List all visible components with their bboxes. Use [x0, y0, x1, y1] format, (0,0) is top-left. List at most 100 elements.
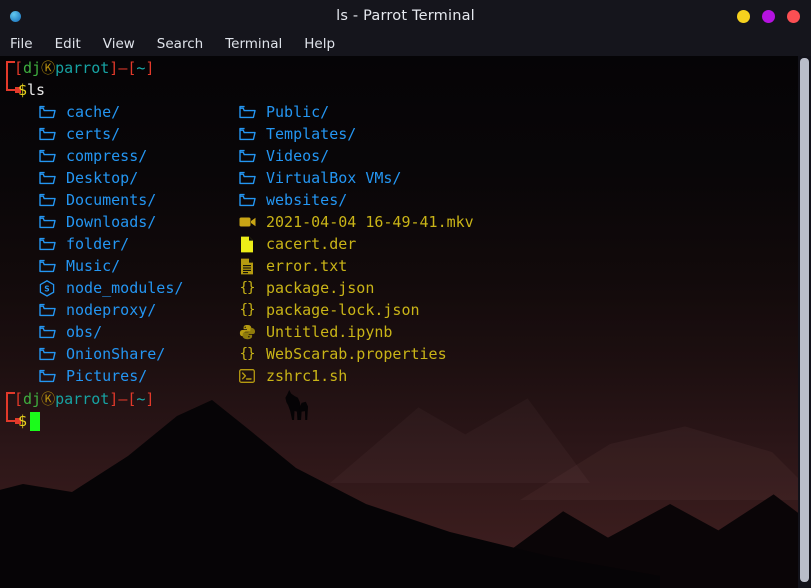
list-item: cache/ — [38, 101, 120, 123]
list-item-name: Documents/ — [66, 191, 157, 209]
window-title: ls - Parrot Terminal — [336, 8, 475, 24]
folder-icon — [38, 323, 56, 341]
list-item: Pictures/ — [38, 365, 147, 387]
prompt-open-bracket: [ — [14, 59, 24, 77]
prompt-dash: – — [118, 390, 128, 408]
list-item: {} package-lock.json — [238, 299, 420, 321]
prompt-dash: – — [118, 59, 128, 77]
window-controls — [737, 0, 800, 32]
folder-icon — [38, 147, 56, 165]
braces-json-icon: {} — [239, 280, 256, 296]
folder-icon — [38, 169, 56, 187]
prompt-line-user-host: [djⓀparrot]–[~] — [14, 388, 154, 411]
prompt-line-command: $ls — [18, 79, 45, 101]
parrot-logo-icon: Ⓚ — [41, 392, 56, 408]
prompt-line-command: $ — [18, 410, 27, 432]
list-item: Downloads/ — [38, 211, 156, 233]
list-item: OnionShare/ — [38, 343, 165, 365]
list-item: nodeproxy/ — [38, 299, 156, 321]
folder-icon — [38, 213, 56, 231]
text-cursor — [30, 412, 40, 431]
vertical-scrollbar[interactable] — [798, 56, 811, 588]
list-item-name: folder/ — [66, 235, 130, 253]
prompt-close-bracket: ] — [109, 390, 119, 408]
braces-json-icon: {} — [239, 346, 256, 362]
folder-icon — [38, 191, 56, 209]
folder-icon — [38, 235, 56, 253]
list-item-name: zshrc1.sh — [266, 367, 348, 385]
prompt-dollar-symbol: $ — [18, 412, 28, 430]
list-item-name: Desktop/ — [66, 169, 139, 187]
prompt-host: parrot — [55, 390, 110, 408]
menu-item-terminal[interactable]: Terminal — [225, 36, 282, 52]
close-button[interactable] — [787, 9, 800, 23]
folder-icon — [38, 257, 56, 275]
menu-item-help[interactable]: Help — [304, 36, 335, 52]
folder-icon — [38, 367, 56, 385]
list-item: 2021-04-04 16-49-41.mkv — [238, 211, 474, 233]
prompt-user: dj — [23, 390, 42, 408]
list-item-name: certs/ — [66, 125, 121, 143]
list-item-name: Public/ — [266, 103, 330, 121]
list-item-name: 2021-04-04 16-49-41.mkv — [266, 213, 474, 231]
list-item: Videos/ — [238, 145, 329, 167]
list-item: VirtualBox VMs/ — [238, 167, 401, 189]
scrollbar-thumb[interactable] — [800, 58, 809, 582]
nodejs-hexagon-icon: S — [38, 279, 56, 297]
folder-icon — [38, 103, 56, 121]
list-item-name: cacert.der — [266, 235, 357, 253]
menu-bar: File Edit View Search Terminal Help — [0, 32, 811, 56]
list-item: obs/ — [38, 321, 102, 343]
list-item-name: Videos/ — [266, 147, 330, 165]
list-item-name: WebScarab.properties — [266, 345, 447, 363]
list-item: Snode_modules/ — [38, 277, 183, 299]
menu-item-search[interactable]: Search — [157, 36, 203, 52]
minimize-button[interactable] — [737, 9, 750, 23]
list-item-name: compress/ — [66, 147, 148, 165]
list-item: cacert.der — [238, 233, 356, 255]
shell-script-icon — [238, 367, 256, 385]
list-item-name: VirtualBox VMs/ — [266, 169, 402, 187]
maximize-button[interactable] — [762, 9, 775, 23]
list-item-name: websites/ — [266, 191, 348, 209]
list-item-name: Templates/ — [266, 125, 357, 143]
list-item-name: error.txt — [266, 257, 348, 275]
list-item: certs/ — [38, 123, 120, 145]
prompt-user: dj — [23, 59, 42, 77]
prompt-close-bracket: ] — [109, 59, 119, 77]
folder-icon — [238, 103, 256, 121]
folder-icon — [238, 169, 256, 187]
list-item: {} WebScarab.properties — [238, 343, 447, 365]
list-item: Templates/ — [238, 123, 356, 145]
list-item: folder/ — [38, 233, 129, 255]
list-item: {} package.json — [238, 277, 375, 299]
typed-command: ls — [27, 81, 46, 99]
menu-item-edit[interactable]: Edit — [55, 36, 81, 52]
terminal-text-layer: [djⓀparrot]–[~] $ls cache/certs/compress… — [0, 56, 811, 588]
list-item-name: node_modules/ — [66, 279, 184, 297]
braces-json-icon: {} — [239, 302, 256, 318]
terminal-window: ls - Parrot Terminal File Edit View Sear… — [0, 0, 811, 588]
terminal-content-area[interactable]: [djⓀparrot]–[~] $ls cache/certs/compress… — [0, 56, 811, 588]
list-item-name: nodeproxy/ — [66, 301, 157, 319]
python-icon — [238, 323, 256, 341]
folder-icon — [238, 191, 256, 209]
list-item: Desktop/ — [38, 167, 138, 189]
text-document-icon — [238, 257, 256, 275]
list-item-name: Downloads/ — [66, 213, 157, 231]
list-item: zshrc1.sh — [238, 365, 347, 387]
prompt-block-second: [djⓀparrot]–[~] $ — [0, 387, 154, 497]
prompt-open-bracket: [ — [14, 390, 24, 408]
list-item: compress/ — [38, 145, 147, 167]
folder-icon — [38, 345, 56, 363]
svg-text:S: S — [44, 284, 49, 293]
list-item-name: Untitled.ipynb — [266, 323, 393, 341]
menu-item-view[interactable]: View — [103, 36, 135, 52]
list-item-name: package-lock.json — [266, 301, 420, 319]
folder-icon — [238, 147, 256, 165]
list-item-name: obs/ — [66, 323, 103, 341]
list-item: Public/ — [238, 101, 329, 123]
list-item: Music/ — [38, 255, 120, 277]
menu-item-file[interactable]: File — [10, 36, 33, 52]
page-icon — [238, 235, 256, 253]
